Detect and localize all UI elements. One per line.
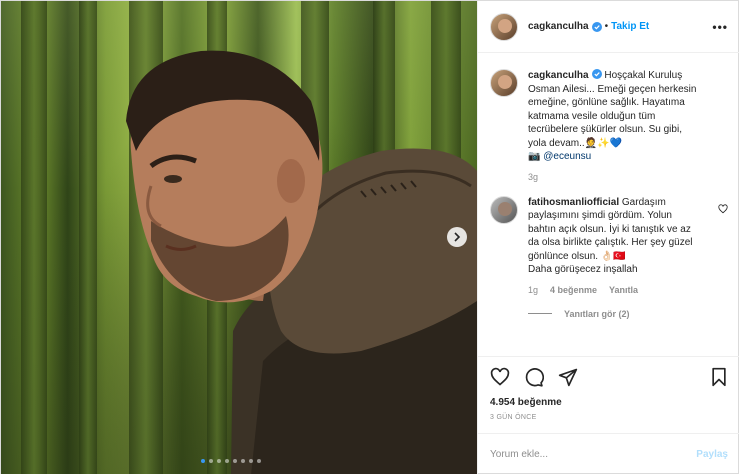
caption-author[interactable]: cagkanculha [528,70,589,81]
more-options-button[interactable]: ••• [712,20,728,34]
post-side-panel: cagkanculha • Takip Et ••• cagkanculha H… [477,1,739,474]
verified-badge-icon [591,69,602,79]
comment-button[interactable] [524,367,544,387]
caption-meta: 3g [528,172,698,182]
comment-age: 1g [528,284,539,295]
replies-divider [528,313,552,314]
carousel-dot [201,459,205,463]
verified-badge-icon [591,21,602,32]
likes-count[interactable]: 4.954 beğenme [490,397,728,408]
comment-meta: 1g 4 beğenme Yanıtla [528,285,698,295]
caption: cagkanculha Hoşçakal Kuruluş Osman Ailes… [490,69,728,182]
post-dialog: cagkanculha • Takip Et ••• cagkanculha H… [0,0,739,474]
bookmark-icon [712,367,726,387]
carousel-dot [241,459,245,463]
post-actions: 4.954 beğenme 3 GÜN ÖNCE [478,356,739,421]
post-comment-button[interactable]: Paylaş [696,449,728,460]
comment-body-line2: Daha görüşecez inşallah [528,264,638,275]
author-avatar[interactable] [490,12,518,41]
comment-input[interactable] [490,449,697,460]
carousel-next-button[interactable] [447,227,467,247]
caption-emoji: 🤵✨💙 [584,137,623,149]
carousel-dots [201,459,261,463]
chevron-right-icon [454,232,461,242]
separator-dot: • [604,21,609,32]
heart-icon [490,367,510,386]
caption-text: cagkanculha Hoşçakal Kuruluş Osman Ailes… [528,69,698,164]
post-photo[interactable] [1,1,477,474]
carousel-dot [249,459,253,463]
comment-item: fatihosmanliofficial Gardaşım paylaşımın… [490,195,728,295]
carousel-dot [233,459,237,463]
caption-age: 3g [528,171,539,182]
man-in-armor-figure [126,50,477,474]
carousel-dot [225,459,229,463]
like-button[interactable] [490,367,510,387]
view-replies-button[interactable]: Yanıtları gör (2) [528,309,728,319]
comment-text: fatihosmanliofficial Gardaşım paylaşımın… [528,196,698,277]
author-avatar[interactable] [490,69,518,97]
commenter-avatar[interactable] [490,195,518,224]
carousel-dot [257,459,261,463]
heart-icon[interactable] [718,203,728,214]
comment-emoji: 👌🏻🇹🇷 [600,250,626,262]
carousel-dot [209,459,213,463]
share-button[interactable] [558,367,578,387]
comment-icon [525,368,544,387]
save-button[interactable] [710,367,728,387]
comments-list[interactable]: cagkanculha Hoşçakal Kuruluş Osman Ailes… [478,53,739,353]
share-icon [558,368,578,387]
author-username[interactable]: cagkanculha [528,21,589,32]
add-comment-bar: Paylaş [478,433,739,474]
credit-mention[interactable]: @eceunsu [543,151,591,162]
action-icons [490,367,728,387]
view-replies-label: Yanıtları gör (2) [564,308,630,319]
carousel-dot [217,459,221,463]
follow-button[interactable]: Takip Et [611,21,649,32]
comment-likes[interactable]: 4 beğenme [550,285,597,295]
camera-icon: 📷 [528,151,541,162]
post-header: cagkanculha • Takip Et ••• [478,1,739,53]
post-timestamp: 3 GÜN ÖNCE [490,414,537,421]
commenter-username[interactable]: fatihosmanliofficial [528,197,619,208]
reply-button[interactable]: Yanıtla [609,285,638,295]
